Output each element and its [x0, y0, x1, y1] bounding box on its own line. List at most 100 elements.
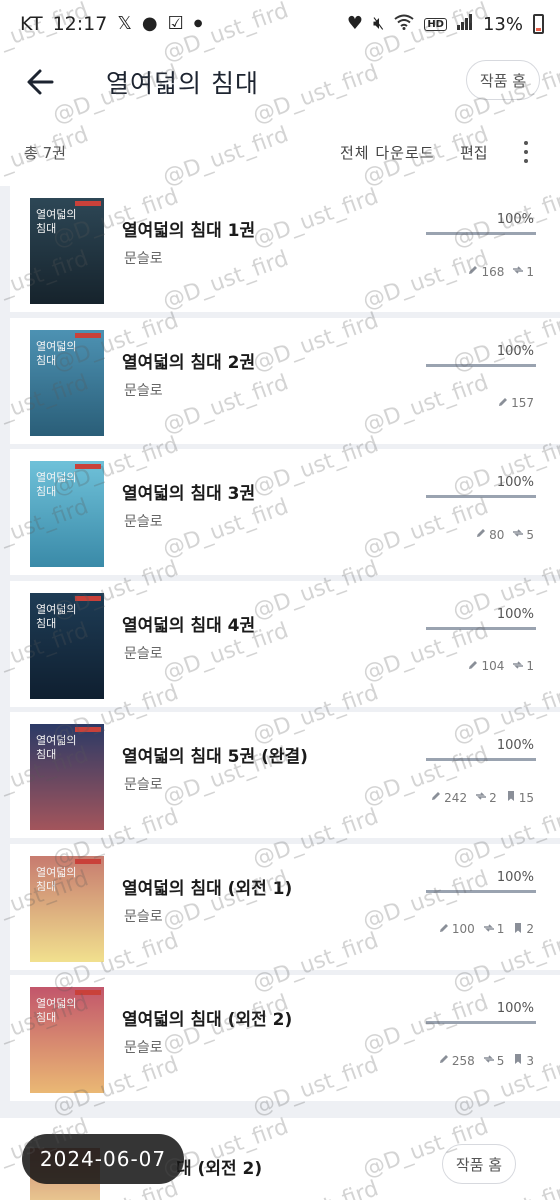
- read-progress-fill: [426, 889, 536, 893]
- read-progress-bar: [426, 626, 536, 630]
- edit-button[interactable]: 편집: [460, 142, 488, 163]
- stat-pencil: 157: [497, 396, 534, 411]
- stat-share: 1: [512, 264, 534, 279]
- read-percent: 100%: [496, 475, 534, 490]
- stat-bookmark: 3: [512, 1053, 534, 1068]
- download-all-button[interactable]: 전체 다운로드: [340, 142, 435, 163]
- stat-share: 5: [483, 1053, 504, 1068]
- bookmark-icon: [512, 922, 524, 937]
- stat-value: 242: [444, 790, 468, 805]
- book-cover: 열여덟의 침대: [30, 592, 104, 699]
- cover-label-tag: [75, 201, 101, 206]
- read-percent: 100%: [496, 212, 534, 227]
- volume-list: 열여덟의 침대 열여덟의 침대 1권 문슬로 100% 168 1 열여덟의 침대 열여덟의 …: [0, 186, 560, 1118]
- volume-title: 열여덟의 침대 (외전 2): [122, 1010, 293, 1030]
- volume-stats: 258 5 3: [438, 1053, 534, 1068]
- pencil-icon: [430, 790, 442, 805]
- stat-value: 157: [511, 396, 534, 410]
- stat-value: 1: [496, 922, 505, 936]
- cover-label-tag: [75, 595, 101, 601]
- stat-value: 100: [451, 922, 475, 936]
- stat-value: 104: [481, 659, 505, 673]
- read-progress-bar: [426, 1021, 536, 1024]
- read-progress-fill: [426, 232, 536, 235]
- stat-pencil: 168: [467, 264, 504, 279]
- read-percent: 100%: [496, 869, 534, 885]
- book-cover: 열여덟의 침대: [30, 987, 104, 1093]
- volume-author: 문슬로: [124, 645, 163, 662]
- floating-work-home-button[interactable]: 작품 홈: [442, 1144, 516, 1184]
- volume-item[interactable]: 열여덟의 침대 열여덟의 침대 4권 문슬로 100% 104 1: [10, 580, 560, 707]
- share-icon: [483, 1053, 495, 1068]
- book-cover: 열여덟의 침대: [30, 329, 104, 436]
- volume-title: 열여덟의 침대 5권 (완결): [122, 747, 308, 767]
- volume-author: 문슬로: [124, 382, 163, 399]
- stat-pencil: 100: [438, 922, 475, 937]
- more-options-icon[interactable]: [518, 138, 534, 166]
- stat-value: 1: [526, 659, 534, 673]
- volume-stats: 100 1 2: [438, 922, 534, 937]
- share-icon: [483, 922, 495, 937]
- volume-item[interactable]: 열여덟의 침대 열여덟의 침대 1권 문슬로 100% 168 1: [10, 186, 560, 312]
- stat-bookmark: 15: [505, 790, 534, 805]
- clock: 12:17: [52, 13, 108, 35]
- volume-stats: 104 1: [467, 659, 534, 674]
- read-progress-fill: [426, 1021, 536, 1024]
- volume-author: 문슬로: [124, 908, 163, 925]
- stat-value: 15: [518, 790, 534, 805]
- cover-label-tag: [75, 727, 101, 732]
- stat-value: 2: [489, 790, 497, 805]
- read-progress-bar: [426, 363, 536, 367]
- arrow-left-icon: [27, 69, 54, 95]
- date-stamp: 2024-06-07: [22, 1134, 184, 1184]
- stat-value: 258: [451, 1053, 475, 1068]
- volume-title: 열여덟의 침대 (외전 1): [122, 878, 293, 899]
- book-cover: 열여덟의 침대: [30, 724, 104, 830]
- volume-stats: 168 1: [467, 264, 534, 279]
- bookmark-icon: [505, 790, 517, 805]
- volume-item[interactable]: 열여덟의 침대 열여덟의 침대 2권 문슬로 100% 157: [10, 317, 560, 444]
- status-bar: KT 12:17 𝕏 ● ☑ ● ♥ 🔇︎ HD 13%: [0, 0, 560, 48]
- stat-value: 1: [526, 264, 534, 279]
- volume-title: 열여덟의 침대 3권: [122, 484, 256, 504]
- stat-pencil: 242: [430, 790, 467, 805]
- stat-bookmark: 2: [512, 922, 534, 937]
- stat-share: 1: [483, 922, 505, 937]
- total-volume-count: 총 7권: [24, 144, 66, 162]
- volume-item[interactable]: 열여덟의 침대 열여덟의 침대 (외전 1) 문슬로 100% 100 1 2: [10, 843, 560, 970]
- pencil-icon: [467, 659, 479, 674]
- book-cover: 열여덟의 침대: [30, 461, 104, 567]
- read-progress-bar: [426, 495, 536, 498]
- heart-icon: ♥: [346, 13, 363, 34]
- volume-item[interactable]: 열여덟의 침대 열여덟의 침대 (외전 2) 문슬로 100% 258 5 3: [10, 975, 560, 1101]
- volume-title: 열여덟의 침대 2권: [122, 352, 256, 373]
- cover-label-tag: [75, 990, 101, 995]
- volume-stats: 80 5: [475, 527, 534, 542]
- volume-author: 문슬로: [124, 1040, 163, 1056]
- checkbox-icon: ☑: [167, 13, 184, 34]
- read-progress-fill: [426, 626, 536, 630]
- volume-author: 문슬로: [124, 777, 163, 793]
- stat-pencil: 80: [475, 527, 504, 542]
- stat-value: 168: [481, 264, 505, 279]
- pencil-icon: [438, 1053, 450, 1068]
- cover-title-text: 열여덟의 침대: [36, 208, 77, 235]
- volume-item[interactable]: 열여덟의 침대 열여덟의 침대 3권 문슬로 100% 80 5: [10, 449, 560, 575]
- page-title: 열여덟의 침대: [106, 69, 259, 98]
- book-cover: 열여덟의 침대: [30, 198, 104, 304]
- read-progress-bar: [426, 889, 536, 893]
- cover-title-text: 열여덟의 침대: [36, 997, 77, 1024]
- stat-value: 80: [489, 527, 505, 542]
- volume-title: 열여덟의 침대 1권: [122, 221, 256, 241]
- read-progress-bar: [426, 232, 536, 235]
- cover-label-tag: [75, 858, 101, 864]
- battery-icon: [533, 14, 544, 34]
- stat-share: 2: [475, 790, 497, 805]
- read-percent: 100%: [496, 738, 534, 753]
- cover-label-tag: [75, 332, 101, 338]
- work-home-button[interactable]: 작품 홈: [466, 60, 540, 100]
- volume-item[interactable]: 열여덟의 침대 열여덟의 침대 5권 (완결) 문슬로 100% 242 2 15: [10, 712, 560, 838]
- read-percent: 100%: [496, 606, 534, 622]
- back-button[interactable]: [22, 62, 62, 102]
- silent-icon: 🔇︎: [372, 13, 385, 34]
